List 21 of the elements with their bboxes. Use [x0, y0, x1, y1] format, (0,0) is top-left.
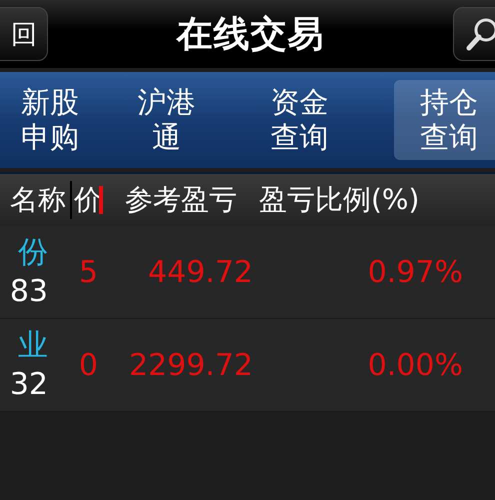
table-cell-text: 0.97%	[366, 254, 463, 290]
stock-name: 份	[18, 234, 48, 272]
table-cell-text: 449.72	[147, 254, 253, 290]
stock-code: 83	[10, 273, 48, 311]
tab[interactable]: 新股 申购	[0, 80, 100, 160]
column-header: 参考盈亏	[125, 182, 237, 218]
table-cell-text: 0.00%	[366, 348, 463, 382]
stock-name: 业	[18, 327, 48, 365]
back-button[interactable]: 回	[0, 7, 48, 61]
table-cell-text: 0	[78, 348, 98, 382]
column-header: 盈亏比例(%)	[259, 182, 420, 218]
tab[interactable]: 沪港 通	[100, 80, 233, 160]
table-cell-text: 5	[78, 254, 98, 290]
tab[interactable]: 资金 查询	[233, 80, 366, 160]
tab[interactable]: 持仓 查询	[394, 80, 495, 160]
column-header: 名称	[9, 182, 66, 218]
table-cell-text: 2299.72	[128, 348, 253, 382]
window-title: 在线交易	[176, 12, 324, 56]
stock-code: 32	[10, 366, 48, 404]
sort-marker-icon	[99, 186, 103, 214]
search-icon	[466, 16, 495, 52]
